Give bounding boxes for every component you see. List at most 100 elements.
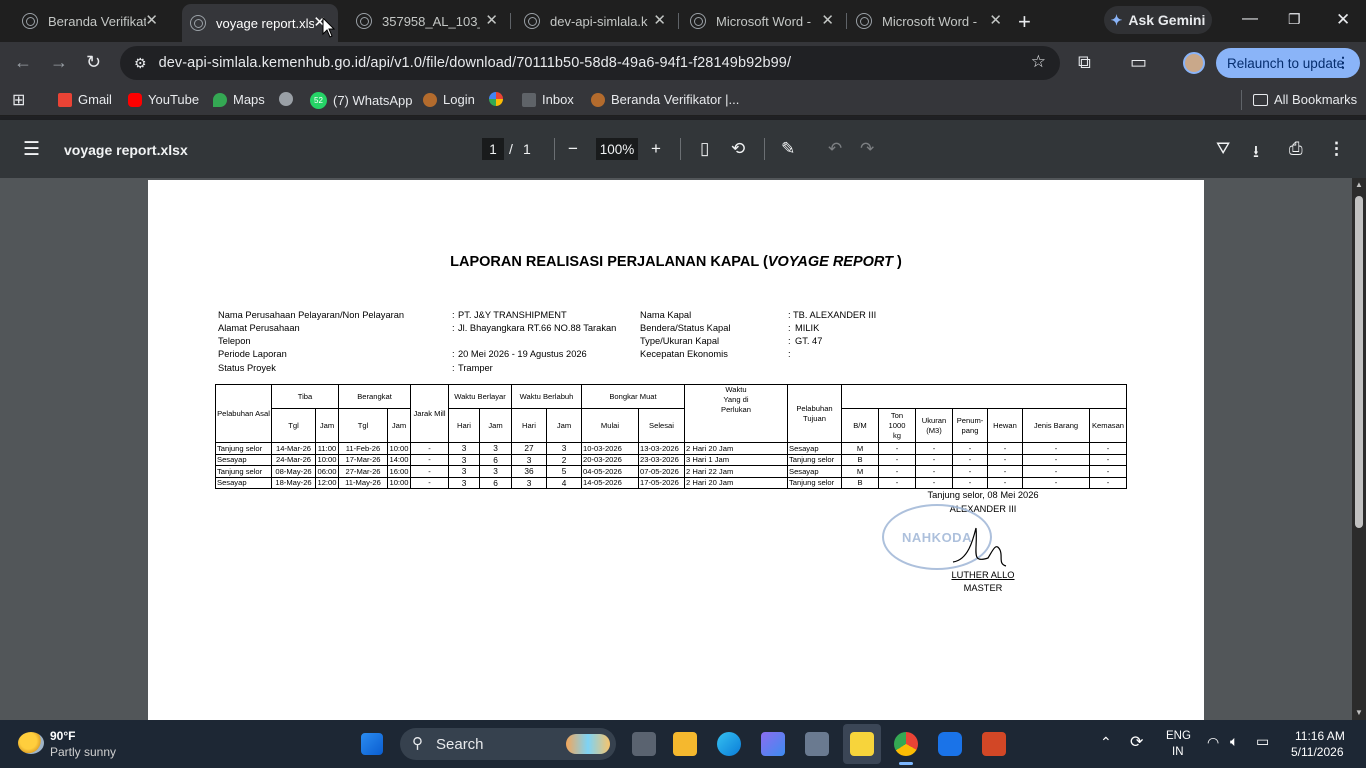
save-to-drive-icon[interactable]: ⛛	[1216, 139, 1230, 159]
document-title: LAPORAN REALISASI PERJALANAN KAPAL (VOYA…	[148, 254, 1204, 270]
info-colon: :	[788, 336, 791, 346]
back-arrow-icon[interactable]: ←	[14, 52, 32, 73]
bookmark-youtube[interactable]: YouTube	[128, 92, 199, 107]
table-cell: B	[841, 476, 879, 489]
scroll-down-icon[interactable]: ▼	[1355, 708, 1363, 717]
weather-temp[interactable]: 90°F	[50, 729, 75, 743]
bookmark-globe[interactable]	[279, 92, 299, 106]
powerpoint-icon[interactable]	[982, 732, 1006, 756]
bookmark-gmail[interactable]: Gmail	[58, 92, 112, 107]
bookmark-photos[interactable]	[489, 92, 509, 106]
tab-title: 357958_AL_103_2	[382, 13, 480, 29]
ask-gemini-button[interactable]: ✦ Ask Gemini	[1104, 6, 1212, 34]
page-number-input[interactable]: 1	[482, 138, 504, 160]
info-label: Status Proyek	[218, 363, 276, 373]
zoom-level-input[interactable]: 100%	[596, 138, 638, 160]
close-tab-icon[interactable]: ✕	[145, 13, 158, 29]
tab-dev-api[interactable]: dev-api-simlala.ke ✕	[510, 6, 678, 36]
clock-time[interactable]: 11:16 AM	[1295, 729, 1345, 743]
wifi-icon[interactable]: ◠	[1207, 734, 1219, 751]
header-text: Hari	[457, 421, 471, 430]
tray-chevron-icon[interactable]: ⌃	[1100, 734, 1112, 751]
start-windows-icon[interactable]	[361, 733, 383, 755]
relaunch-to-update-button[interactable]: Relaunch to update ⋮	[1216, 48, 1360, 78]
tab-beranda-verifikator[interactable]: Beranda Verifikator ✕	[0, 6, 170, 36]
table-cell: 3	[511, 476, 547, 489]
close-window-icon[interactable]: ✕	[1336, 10, 1350, 30]
apps-grid-icon[interactable]: ⊞	[12, 90, 25, 110]
all-bookmarks[interactable]: All Bookmarks	[1253, 92, 1357, 107]
tab-word-2[interactable]: Microsoft Word - ✕	[846, 6, 1014, 36]
scroll-up-icon[interactable]: ▲	[1355, 180, 1363, 189]
table-cell: 11-May-26	[338, 476, 388, 489]
file-explorer-icon[interactable]	[673, 732, 697, 756]
table-cell: Tanjung selor	[787, 453, 842, 466]
rotate-icon[interactable]: ⟲	[731, 139, 745, 159]
task-view-icon[interactable]	[632, 732, 656, 756]
header-cell: Bongkar Muat	[581, 384, 685, 409]
info-label: Nama Kapal	[640, 310, 692, 320]
restore-icon[interactable]: ❐	[1288, 11, 1301, 28]
tab-voyage-report[interactable]: voyage report.xlsx ✕	[182, 4, 338, 42]
language-1[interactable]: ENG	[1166, 730, 1191, 742]
close-tab-icon[interactable]: ✕	[821, 13, 834, 29]
extensions-icon[interactable]: ⧉	[1078, 52, 1091, 73]
bookmark-login[interactable]: Login	[423, 92, 475, 107]
undo-icon[interactable]: ↶	[828, 139, 842, 159]
redo-icon[interactable]: ↷	[860, 139, 874, 159]
url-text[interactable]: dev-api-simlala.kemenhub.go.id/api/v1.0/…	[159, 55, 792, 71]
pdf-viewer[interactable]: LAPORAN REALISASI PERJALANAN KAPAL (VOYA…	[0, 178, 1352, 720]
profile-avatar[interactable]	[1183, 52, 1205, 74]
taskbar-search[interactable]: ⚲ Search	[400, 728, 616, 760]
clock-date[interactable]: 5/11/2026	[1291, 745, 1344, 759]
weather-desc[interactable]: Partly sunny	[50, 745, 116, 759]
close-tab-icon[interactable]: ✕	[989, 13, 1002, 29]
minimize-icon[interactable]: —	[1242, 10, 1258, 28]
close-tab-icon[interactable]: ✕	[485, 13, 498, 29]
site-info-icon[interactable]: ⚙	[134, 55, 147, 72]
more-options-icon[interactable]: ⋮	[1328, 139, 1345, 159]
menu-icon[interactable]: ☰	[23, 138, 40, 161]
app-icon[interactable]	[761, 732, 785, 756]
print-icon[interactable]: ⎙	[1289, 139, 1303, 159]
bookmark-star-icon[interactable]: ☆	[1031, 52, 1046, 72]
header-text: Jam	[319, 421, 335, 430]
table-cell: 04-05-2026	[581, 465, 639, 478]
gemini-icon: ✦	[1110, 11, 1123, 28]
battery-icon[interactable]: ▭	[1256, 733, 1269, 750]
info-value: PT. J&Y TRANSHIPMENT	[458, 310, 567, 320]
bookmark-whatsapp[interactable]: 52 (7) WhatsApp	[310, 92, 412, 109]
zoom-app-icon[interactable]	[938, 732, 962, 756]
table-cell: 16:00	[387, 465, 411, 478]
annotate-pen-icon[interactable]: ✎	[781, 139, 795, 159]
weather-icon[interactable]	[18, 732, 44, 754]
bookmark-maps[interactable]: Maps	[213, 92, 265, 107]
info-label: Periode Laporan	[218, 349, 287, 359]
sync-icon[interactable]: ⟳	[1130, 732, 1143, 752]
address-bar[interactable]: ⚙ dev-api-simlala.kemenhub.go.id/api/v1.…	[120, 46, 1060, 80]
download-icon[interactable]: ⭳	[1253, 139, 1259, 168]
forward-arrow-icon[interactable]: →	[50, 52, 68, 73]
scrollbar-thumb[interactable]	[1355, 196, 1363, 528]
chrome-icon[interactable]	[894, 732, 918, 756]
header-text: Waktu	[725, 385, 747, 395]
zoom-in-icon[interactable]: +	[651, 139, 661, 159]
info-label: Type/Ukuran Kapal	[640, 336, 720, 346]
bookmark-inbox[interactable]: Inbox	[522, 92, 574, 107]
new-tab-button[interactable]: +	[1018, 9, 1031, 35]
volume-icon[interactable]: 🔈︎	[1230, 733, 1238, 750]
zoom-out-icon[interactable]: −	[568, 139, 578, 159]
cast-icon[interactable]: ▭	[1130, 52, 1147, 73]
edge-icon[interactable]	[717, 732, 741, 756]
tab-357958[interactable]: 357958_AL_103_2 ✕	[342, 6, 510, 36]
fit-page-icon[interactable]: ▯	[700, 139, 709, 159]
tab-word-1[interactable]: Microsoft Word - ✕	[678, 6, 846, 36]
reload-icon[interactable]: ↻	[86, 52, 101, 73]
close-tab-icon[interactable]: ✕	[653, 13, 666, 29]
bookmark-beranda[interactable]: Beranda Verifikator |...	[591, 92, 739, 107]
vertical-scrollbar[interactable]: ▲ ▼	[1352, 178, 1366, 720]
camera-icon[interactable]	[805, 732, 829, 756]
header-text: Waktu Berlabuh	[519, 392, 574, 401]
sticky-notes-icon[interactable]	[850, 732, 874, 756]
language-2[interactable]: IN	[1172, 746, 1184, 758]
